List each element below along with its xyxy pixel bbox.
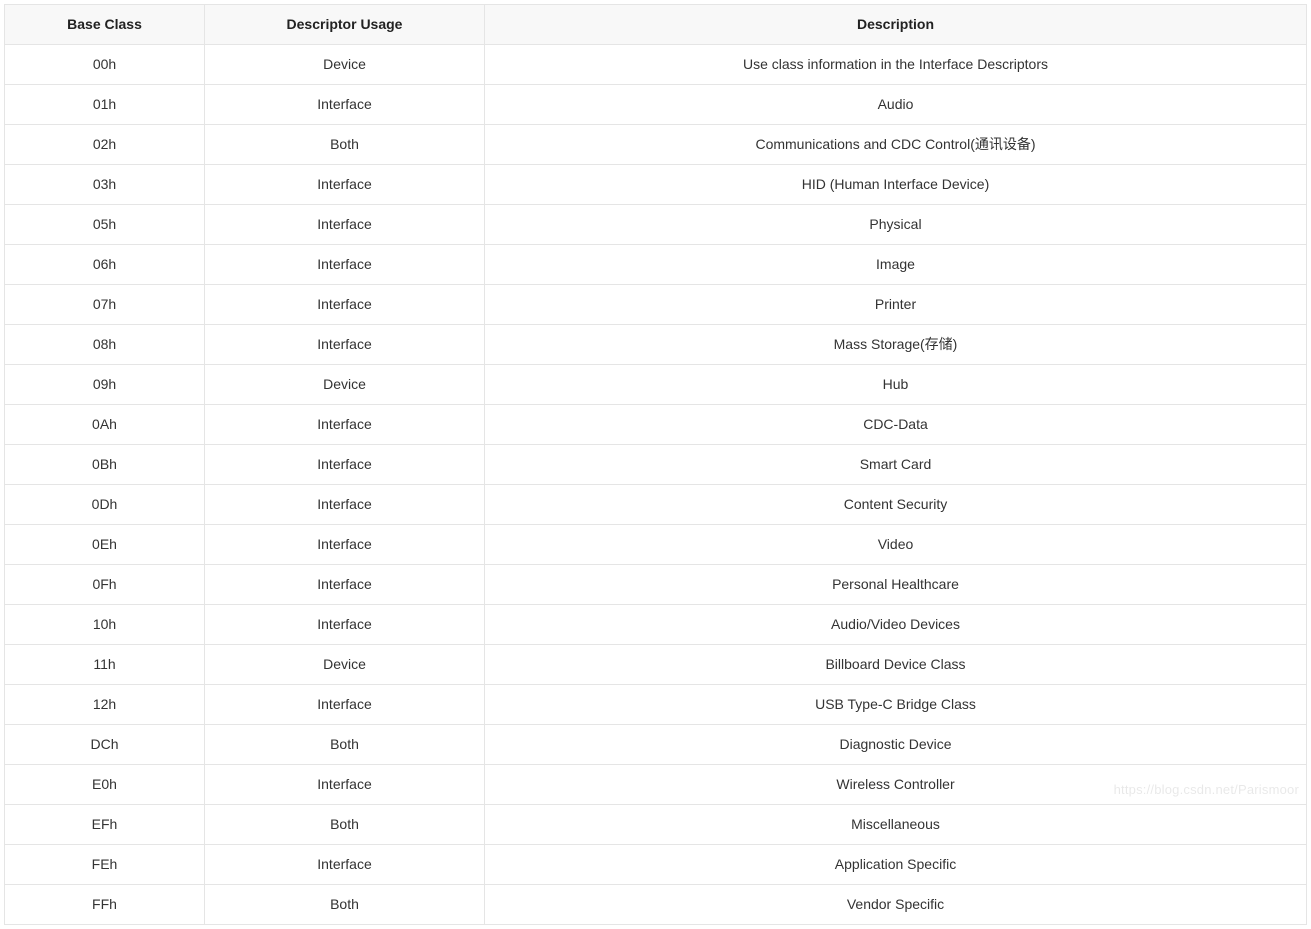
cell-description: HID (Human Interface Device) — [485, 165, 1307, 205]
cell-base-class: 03h — [5, 165, 205, 205]
table-row: 00hDeviceUse class information in the In… — [5, 45, 1307, 85]
table-row: 0EhInterfaceVideo — [5, 525, 1307, 565]
cell-description: Mass Storage(存储) — [485, 325, 1307, 365]
cell-description: Vendor Specific — [485, 885, 1307, 925]
cell-base-class: 0Ah — [5, 405, 205, 445]
table-row: 01hInterfaceAudio — [5, 85, 1307, 125]
table-row: 02hBothCommunications and CDC Control(通讯… — [5, 125, 1307, 165]
cell-descriptor-usage: Device — [205, 365, 485, 405]
table-row: 07hInterfacePrinter — [5, 285, 1307, 325]
table-row: 06hInterfaceImage — [5, 245, 1307, 285]
cell-description: Billboard Device Class — [485, 645, 1307, 685]
table-row: E0hInterfaceWireless Controller — [5, 765, 1307, 805]
cell-base-class: E0h — [5, 765, 205, 805]
cell-description: USB Type-C Bridge Class — [485, 685, 1307, 725]
cell-description: Content Security — [485, 485, 1307, 525]
cell-description: Miscellaneous — [485, 805, 1307, 845]
cell-base-class: 05h — [5, 205, 205, 245]
table-row: 10hInterfaceAudio/Video Devices — [5, 605, 1307, 645]
cell-descriptor-usage: Interface — [205, 245, 485, 285]
cell-base-class: EFh — [5, 805, 205, 845]
cell-base-class: FFh — [5, 885, 205, 925]
table-row: 03hInterfaceHID (Human Interface Device) — [5, 165, 1307, 205]
cell-descriptor-usage: Interface — [205, 325, 485, 365]
cell-descriptor-usage: Interface — [205, 445, 485, 485]
cell-descriptor-usage: Device — [205, 45, 485, 85]
cell-description: Hub — [485, 365, 1307, 405]
cell-description: Audio — [485, 85, 1307, 125]
cell-descriptor-usage: Interface — [205, 85, 485, 125]
table-row: 0DhInterfaceContent Security — [5, 485, 1307, 525]
cell-description: Personal Healthcare — [485, 565, 1307, 605]
cell-descriptor-usage: Both — [205, 885, 485, 925]
cell-descriptor-usage: Interface — [205, 485, 485, 525]
cell-descriptor-usage: Interface — [205, 765, 485, 805]
table-row: DChBothDiagnostic Device — [5, 725, 1307, 765]
cell-base-class: 02h — [5, 125, 205, 165]
cell-base-class: 12h — [5, 685, 205, 725]
cell-base-class: 09h — [5, 365, 205, 405]
cell-base-class: 0Eh — [5, 525, 205, 565]
cell-base-class: 0Dh — [5, 485, 205, 525]
cell-description: Physical — [485, 205, 1307, 245]
cell-descriptor-usage: Interface — [205, 685, 485, 725]
table-body: 00hDeviceUse class information in the In… — [5, 45, 1307, 925]
table-row: 05hInterfacePhysical — [5, 205, 1307, 245]
cell-descriptor-usage: Interface — [205, 405, 485, 445]
cell-descriptor-usage: Interface — [205, 165, 485, 205]
cell-base-class: FEh — [5, 845, 205, 885]
cell-description: Audio/Video Devices — [485, 605, 1307, 645]
cell-descriptor-usage: Interface — [205, 845, 485, 885]
cell-descriptor-usage: Device — [205, 645, 485, 685]
table-row: 0BhInterfaceSmart Card — [5, 445, 1307, 485]
header-base-class: Base Class — [5, 5, 205, 45]
cell-base-class: 01h — [5, 85, 205, 125]
cell-description: Smart Card — [485, 445, 1307, 485]
cell-description: Communications and CDC Control(通讯设备) — [485, 125, 1307, 165]
cell-description: Diagnostic Device — [485, 725, 1307, 765]
cell-descriptor-usage: Both — [205, 125, 485, 165]
cell-description: Image — [485, 245, 1307, 285]
cell-base-class: 06h — [5, 245, 205, 285]
table-row: 08hInterfaceMass Storage(存储) — [5, 325, 1307, 365]
cell-descriptor-usage: Interface — [205, 605, 485, 645]
cell-base-class: 07h — [5, 285, 205, 325]
cell-descriptor-usage: Interface — [205, 525, 485, 565]
cell-descriptor-usage: Both — [205, 805, 485, 845]
cell-descriptor-usage: Interface — [205, 565, 485, 605]
usb-class-table: Base Class Descriptor Usage Description … — [4, 4, 1307, 925]
table-row: 0AhInterfaceCDC-Data — [5, 405, 1307, 445]
cell-descriptor-usage: Interface — [205, 285, 485, 325]
header-description: Description — [485, 5, 1307, 45]
cell-description: Use class information in the Interface D… — [485, 45, 1307, 85]
cell-description: Printer — [485, 285, 1307, 325]
table-row: EFhBothMiscellaneous — [5, 805, 1307, 845]
cell-description: Wireless Controller — [485, 765, 1307, 805]
table-row: 12hInterfaceUSB Type-C Bridge Class — [5, 685, 1307, 725]
cell-descriptor-usage: Interface — [205, 205, 485, 245]
cell-base-class: 11h — [5, 645, 205, 685]
table-row: 0FhInterfacePersonal Healthcare — [5, 565, 1307, 605]
header-descriptor-usage: Descriptor Usage — [205, 5, 485, 45]
cell-base-class: 0Bh — [5, 445, 205, 485]
cell-base-class: 08h — [5, 325, 205, 365]
table-row: FEhInterfaceApplication Specific — [5, 845, 1307, 885]
table-header: Base Class Descriptor Usage Description — [5, 5, 1307, 45]
cell-base-class: 0Fh — [5, 565, 205, 605]
cell-descriptor-usage: Both — [205, 725, 485, 765]
cell-description: CDC-Data — [485, 405, 1307, 445]
cell-base-class: 10h — [5, 605, 205, 645]
table-row: 11hDeviceBillboard Device Class — [5, 645, 1307, 685]
cell-base-class: 00h — [5, 45, 205, 85]
cell-description: Application Specific — [485, 845, 1307, 885]
cell-base-class: DCh — [5, 725, 205, 765]
table-row: FFhBothVendor Specific — [5, 885, 1307, 925]
table-row: 09hDeviceHub — [5, 365, 1307, 405]
cell-description: Video — [485, 525, 1307, 565]
